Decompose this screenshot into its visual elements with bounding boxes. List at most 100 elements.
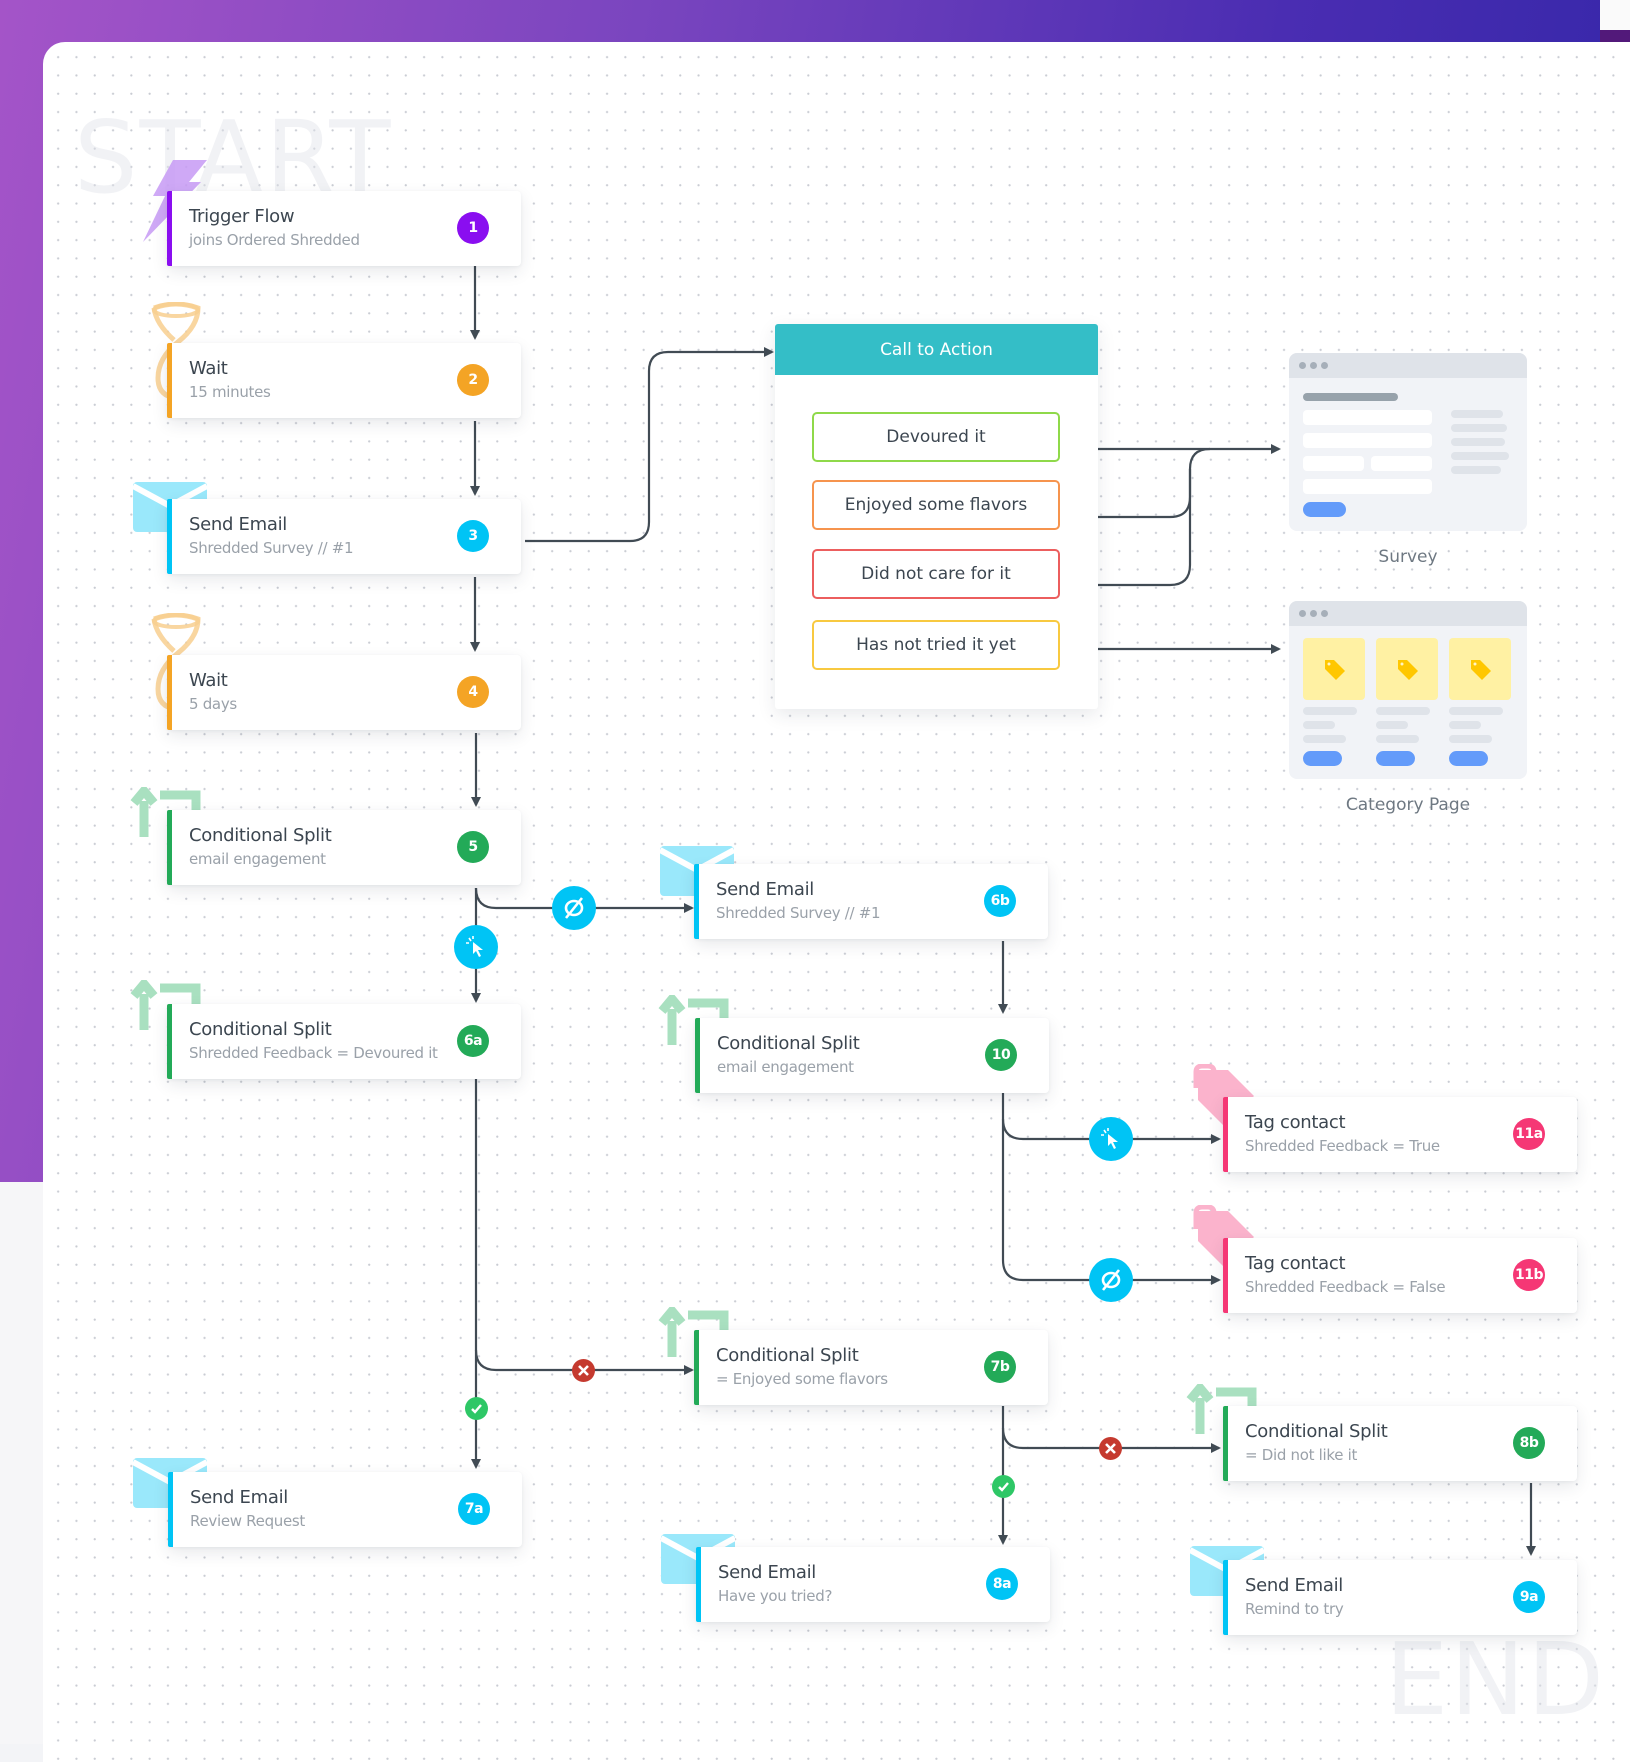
window-dot bbox=[1321, 362, 1328, 369]
node-11b-tag-contact[interactable]: Tag contact Shredded Feedback = False 11… bbox=[1223, 1238, 1577, 1313]
clicked-icon[interactable] bbox=[454, 925, 498, 969]
node-accent-bar bbox=[168, 1472, 173, 1547]
text-line-placeholder bbox=[1451, 424, 1507, 432]
text-line-placeholder bbox=[1449, 707, 1503, 715]
no-branch-icon[interactable] bbox=[572, 1359, 595, 1382]
survey-page-preview[interactable] bbox=[1289, 353, 1527, 531]
node-title: Tag contact bbox=[1245, 1253, 1346, 1274]
node-2-wait[interactable]: Wait 15 minutes 2 bbox=[167, 343, 521, 418]
browser-bar bbox=[1289, 353, 1527, 378]
node-accent-bar bbox=[694, 864, 699, 939]
node-7a-send-email[interactable]: Send Email Review Request 7a bbox=[168, 1472, 522, 1547]
text-line-placeholder bbox=[1451, 438, 1505, 446]
price-tag-icon bbox=[1471, 660, 1491, 680]
node-3-send-email[interactable]: Send Email Shredded Survey // #1 3 bbox=[167, 499, 521, 574]
form-heading-placeholder bbox=[1303, 393, 1398, 401]
node-9a-send-email[interactable]: Send Email Remind to try 9a bbox=[1223, 1560, 1577, 1635]
node-10-conditional-split[interactable]: Conditional Split email engagement 10 bbox=[695, 1018, 1049, 1093]
node-title: Conditional Split bbox=[189, 1019, 332, 1040]
form-field-placeholder bbox=[1303, 456, 1364, 471]
step-badge: 2 bbox=[457, 364, 489, 396]
text-line-placeholder bbox=[1303, 735, 1346, 743]
node-title: Tag contact bbox=[1245, 1112, 1346, 1133]
survey-label: Survey bbox=[1378, 547, 1438, 567]
node-5-conditional-split[interactable]: Conditional Split email engagement 5 bbox=[167, 810, 521, 885]
step-badge: 10 bbox=[985, 1039, 1017, 1071]
window-dot bbox=[1310, 362, 1317, 369]
price-tag-icon bbox=[1325, 660, 1345, 680]
cta-option-did-not-care[interactable]: Did not care for it bbox=[812, 549, 1060, 599]
node-accent-bar bbox=[167, 499, 172, 574]
node-1-trigger-flow[interactable]: Trigger Flow joins Ordered Shredded 1 bbox=[167, 191, 521, 266]
not-opened-icon[interactable] bbox=[1089, 1258, 1133, 1302]
node-title: Send Email bbox=[716, 879, 814, 900]
node-subtitle: Shredded Survey // #1 bbox=[716, 904, 881, 922]
step-badge: 9a bbox=[1513, 1581, 1545, 1613]
category-page-label: Category Page bbox=[1345, 795, 1471, 815]
node-subtitle: email engagement bbox=[189, 850, 326, 868]
step-badge: 6a bbox=[457, 1025, 489, 1057]
node-accent-bar bbox=[167, 343, 172, 418]
node-8b-conditional-split[interactable]: Conditional Split = Did not like it 8b bbox=[1223, 1406, 1577, 1481]
node-subtitle: Have you tried? bbox=[718, 1587, 833, 1605]
not-opened-icon[interactable] bbox=[552, 886, 596, 930]
step-badge: 7a bbox=[458, 1493, 490, 1525]
step-badge: 11a bbox=[1513, 1118, 1545, 1150]
form-submit-placeholder bbox=[1303, 502, 1346, 517]
node-title: Wait bbox=[189, 670, 228, 691]
node-title: Send Email bbox=[718, 1562, 816, 1583]
cta-option-not-tried[interactable]: Has not tried it yet bbox=[812, 620, 1060, 670]
node-title: Conditional Split bbox=[189, 825, 332, 846]
text-line-placeholder bbox=[1449, 721, 1481, 729]
node-8a-send-email[interactable]: Send Email Have you tried? 8a bbox=[696, 1547, 1050, 1622]
node-subtitle: Shredded Feedback = False bbox=[1245, 1278, 1446, 1296]
cta-option-enjoyed[interactable]: Enjoyed some flavors bbox=[812, 480, 1060, 530]
window-dot bbox=[1310, 610, 1317, 617]
node-accent-bar bbox=[695, 1018, 700, 1093]
node-title: Conditional Split bbox=[716, 1345, 859, 1366]
node-7b-conditional-split[interactable]: Conditional Split = Enjoyed some flavors… bbox=[694, 1330, 1048, 1405]
clicked-icon[interactable] bbox=[1089, 1117, 1133, 1161]
node-6a-conditional-split[interactable]: Conditional Split Shredded Feedback = De… bbox=[167, 1004, 521, 1079]
node-accent-bar bbox=[1223, 1560, 1228, 1635]
node-subtitle: Review Request bbox=[190, 1512, 306, 1530]
step-badge: 8a bbox=[986, 1568, 1018, 1600]
yes-branch-icon[interactable] bbox=[465, 1397, 488, 1420]
step-badge: 4 bbox=[457, 676, 489, 708]
call-to-action-panel: Call to Action Devoured it Enjoyed some … bbox=[775, 324, 1098, 709]
node-accent-bar bbox=[694, 1330, 699, 1405]
node-subtitle: Shredded Feedback = Devoured it bbox=[189, 1044, 438, 1062]
node-title: Wait bbox=[189, 358, 228, 379]
text-line-placeholder bbox=[1451, 466, 1501, 474]
text-line-placeholder bbox=[1376, 721, 1408, 729]
cta-option-devoured[interactable]: Devoured it bbox=[812, 412, 1060, 462]
corner-decoration bbox=[1600, 0, 1630, 30]
category-page-preview[interactable] bbox=[1289, 601, 1527, 779]
text-line-placeholder bbox=[1451, 410, 1503, 418]
node-11a-tag-contact[interactable]: Tag contact Shredded Feedback = True 11a bbox=[1223, 1097, 1577, 1172]
yes-branch-icon[interactable] bbox=[992, 1475, 1015, 1498]
no-branch-icon[interactable] bbox=[1099, 1437, 1122, 1460]
node-title: Send Email bbox=[1245, 1575, 1343, 1596]
corner-decoration-accent bbox=[1600, 30, 1630, 42]
node-accent-bar bbox=[696, 1547, 701, 1622]
step-badge: 5 bbox=[457, 831, 489, 863]
form-field-placeholder bbox=[1303, 479, 1432, 494]
step-badge: 1 bbox=[457, 212, 489, 244]
text-line-placeholder bbox=[1449, 735, 1492, 743]
end-watermark: END bbox=[1385, 1621, 1606, 1738]
node-title: Conditional Split bbox=[717, 1033, 860, 1054]
price-tag-icon bbox=[1398, 660, 1418, 680]
node-subtitle: joins Ordered Shredded bbox=[189, 231, 360, 249]
form-field-placeholder bbox=[1303, 433, 1432, 448]
node-subtitle: = Enjoyed some flavors bbox=[716, 1370, 888, 1388]
node-accent-bar bbox=[1223, 1238, 1228, 1313]
node-accent-bar bbox=[167, 655, 172, 730]
browser-bar bbox=[1289, 601, 1527, 626]
node-accent-bar bbox=[167, 191, 172, 266]
node-4-wait[interactable]: Wait 5 days 4 bbox=[167, 655, 521, 730]
node-6b-send-email[interactable]: Send Email Shredded Survey // #1 6b bbox=[694, 864, 1048, 939]
form-field-placeholder bbox=[1371, 456, 1432, 471]
step-badge: 8b bbox=[1513, 1427, 1545, 1459]
node-subtitle: = Did not like it bbox=[1245, 1446, 1358, 1464]
